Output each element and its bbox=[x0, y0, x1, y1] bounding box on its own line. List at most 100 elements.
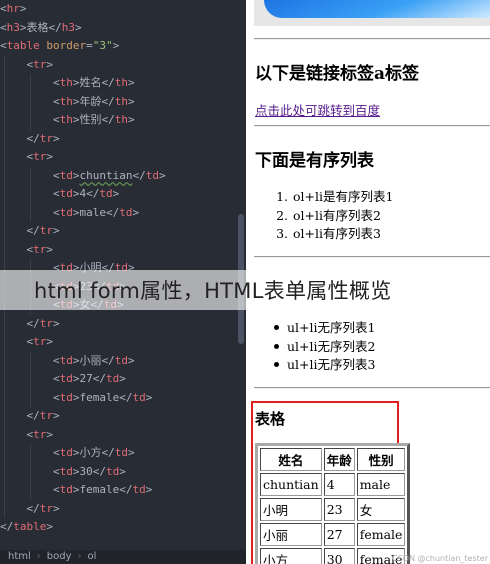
indent-guide bbox=[4, 166, 5, 185]
code-token: 表格 bbox=[26, 20, 49, 34]
code-line[interactable]: <hr> bbox=[0, 0, 166, 19]
code-token: </ bbox=[26, 409, 40, 422]
list-number: 1. bbox=[276, 189, 288, 204]
code-token: > bbox=[127, 76, 135, 89]
code-token: tr bbox=[39, 501, 53, 515]
code-token: < bbox=[52, 464, 60, 478]
list-item: 2. ol+li有序列表2 bbox=[272, 207, 393, 226]
code-token: < bbox=[52, 353, 60, 367]
code-line[interactable]: <th>年龄</th> bbox=[0, 92, 166, 111]
code-line[interactable]: <td>小丽</td> bbox=[0, 351, 166, 370]
breadcrumb-body[interactable]: body bbox=[47, 550, 72, 564]
code-line[interactable]: </table> bbox=[0, 518, 166, 537]
code-token: </ bbox=[86, 187, 100, 200]
code-token: th bbox=[59, 113, 73, 126]
code-token: </ bbox=[105, 205, 120, 219]
code-line[interactable]: </tr> bbox=[0, 407, 166, 426]
code-token: </ bbox=[26, 131, 40, 145]
code-line[interactable]: <table border="3"> bbox=[0, 37, 166, 56]
list-number: 2. bbox=[276, 207, 288, 223]
code-line[interactable]: <tr> bbox=[0, 55, 166, 74]
table-cell: chuntian bbox=[260, 473, 322, 496]
indent-guide bbox=[4, 111, 5, 130]
code-token: > bbox=[119, 464, 126, 478]
code-line[interactable]: </tr> bbox=[0, 499, 166, 518]
code-line[interactable]: <h3>表格</h3> bbox=[0, 19, 166, 38]
code-token: </ bbox=[101, 94, 115, 108]
indent-guide bbox=[4, 185, 5, 204]
code-line[interactable]: <td>27</td> bbox=[0, 370, 166, 389]
code-token: td bbox=[145, 168, 159, 182]
code-token: > bbox=[53, 501, 60, 515]
code-token: > bbox=[158, 168, 166, 182]
indent-guide bbox=[4, 92, 5, 111]
code-token: > bbox=[127, 113, 135, 126]
code-line[interactable]: </tr> bbox=[0, 222, 166, 241]
indent-guide bbox=[4, 314, 5, 333]
code-line[interactable]: <tr> bbox=[0, 240, 166, 259]
code-token: > bbox=[19, 20, 27, 34]
code-token: </ bbox=[119, 390, 133, 404]
code-token: td bbox=[119, 205, 133, 219]
code-line[interactable]: <th>姓名</th> bbox=[0, 74, 166, 93]
code-token: > bbox=[127, 94, 135, 108]
code-token: < bbox=[52, 205, 60, 219]
horizontal-rule bbox=[254, 387, 490, 389]
code-line[interactable]: <td>female</td> bbox=[0, 388, 166, 407]
code-line[interactable]: <td>male</td> bbox=[0, 203, 166, 222]
code-line[interactable]: <td>30</td> bbox=[0, 462, 166, 481]
code-token: th bbox=[114, 76, 128, 89]
indent-guide bbox=[4, 499, 5, 518]
code-token: h3 bbox=[61, 20, 75, 34]
code-token: > bbox=[46, 150, 53, 163]
indent-guide bbox=[30, 74, 32, 93]
table-row: chuntian 4 male bbox=[260, 473, 406, 496]
code-token: td bbox=[132, 390, 146, 404]
code-token: </ bbox=[48, 20, 62, 34]
table-cell: 4 bbox=[323, 473, 355, 496]
code-token: tr bbox=[33, 57, 47, 71]
indent-guide bbox=[4, 462, 5, 481]
code-token: </ bbox=[101, 446, 115, 459]
indent-guide bbox=[30, 444, 32, 463]
list-item: ul+li无序列表3 bbox=[266, 356, 375, 375]
code-token: 27 bbox=[79, 372, 93, 385]
indent-guide bbox=[30, 203, 32, 222]
code-token: </ bbox=[101, 76, 115, 89]
code-line[interactable]: <td>小方</td> bbox=[0, 444, 166, 463]
code-lines[interactable]: <hr> <h3>表格</h3> <table border="3"> <tr> <… bbox=[0, 0, 166, 537]
indent-guide bbox=[4, 55, 5, 74]
breadcrumb-ol[interactable]: ol bbox=[88, 550, 97, 564]
code-line[interactable]: <tr> bbox=[0, 148, 166, 167]
code-line[interactable]: <tr> bbox=[0, 333, 166, 352]
code-line[interactable]: </tr> bbox=[0, 129, 166, 148]
code-line[interactable]: <th>性别</th> bbox=[0, 111, 166, 130]
code-token: th bbox=[114, 113, 128, 126]
code-token: > bbox=[53, 409, 60, 422]
code-line[interactable]: <td>chuntian</td> bbox=[0, 166, 166, 185]
code-token: > bbox=[19, 2, 27, 15]
table-cell: female bbox=[356, 523, 406, 546]
code-token: td bbox=[59, 483, 73, 496]
code-line[interactable]: </tr> bbox=[0, 314, 166, 333]
code-token: </ bbox=[119, 483, 133, 496]
banner-image bbox=[254, 0, 490, 26]
code-token: > bbox=[145, 390, 153, 404]
code-line[interactable]: <td>female</td> bbox=[0, 481, 166, 500]
code-line[interactable]: <td>4</td> bbox=[0, 185, 166, 204]
indent-guide bbox=[4, 333, 5, 352]
code-line[interactable]: <tr> bbox=[0, 425, 166, 444]
links-heading: 以下是链接标签a标签 bbox=[255, 64, 420, 84]
baidu-link[interactable]: 点击此处可跳转到百度 bbox=[255, 100, 380, 119]
table-cell: 小方 bbox=[260, 548, 322, 564]
indent-guide bbox=[30, 388, 32, 407]
code-token: < bbox=[52, 168, 60, 182]
code-token: > bbox=[112, 187, 120, 200]
code-token: 性别 bbox=[79, 113, 102, 126]
breadcrumb-html[interactable]: html bbox=[8, 550, 31, 564]
editor-breadcrumb-bar: html › body › ol bbox=[0, 550, 246, 564]
